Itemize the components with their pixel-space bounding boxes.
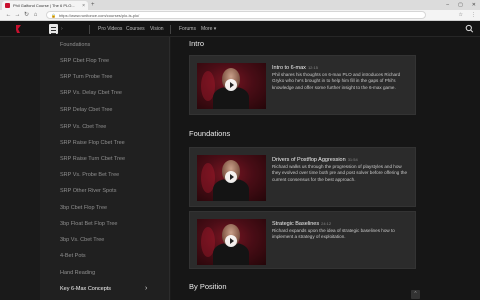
back-icon[interactable]: ← — [4, 11, 13, 20]
browser-tab[interactable]: Phil Galfond Course | The 6 PLO... × — [2, 1, 88, 10]
sidebar-item[interactable]: SRP Raise Turn Cbet Tree — [60, 155, 125, 163]
sidebar-item[interactable]: SRP Vs. Probe Bet Tree — [60, 171, 119, 179]
bookmark-star-icon[interactable]: ☆ — [459, 12, 463, 18]
sidebar-item[interactable]: SRP Vs. Cbet Tree — [60, 123, 106, 131]
video-card[interactable]: Strategic Baselines 24:12 Richard expands… — [189, 211, 416, 269]
maximize-icon[interactable]: ▢ — [458, 1, 463, 9]
play-icon[interactable] — [225, 235, 237, 247]
video-duration: 24:12 — [321, 221, 332, 226]
sidebar-item[interactable]: SRP Vs. Delay Cbet Tree — [60, 89, 122, 97]
video-card[interactable]: Drivers of Postflop Aggression 31:54 Rich… — [189, 147, 416, 207]
sidebar-item[interactable]: SRP Raise Flop Cbet Tree — [60, 139, 125, 147]
reload-icon[interactable]: ↻ — [22, 11, 31, 20]
sidebar-item[interactable]: 3bp Float Bet Flop Tree — [60, 220, 117, 228]
video-description: Richard expands upon the idea of strateg… — [272, 228, 395, 240]
home-icon[interactable]: ⌂ — [31, 11, 40, 20]
close-window-icon[interactable]: ✕ — [472, 1, 476, 9]
video-card[interactable]: Intro to 6-max 12:15 Phil shares his thou… — [189, 55, 416, 115]
video-title[interactable]: Strategic Baselines 24:12 — [272, 220, 331, 228]
sidebar-item[interactable]: SRP Cbet Flop Tree — [60, 57, 109, 65]
sidebar-item[interactable]: SRP Delay Cbet Tree — [60, 106, 112, 114]
nav-vision[interactable]: Vision — [150, 26, 164, 33]
section-title: Foundations — [189, 129, 231, 138]
video-description: Phil shares his thoughts on 6-max PLO an… — [272, 72, 401, 90]
sidebar-item[interactable]: Hand Reading — [60, 269, 95, 277]
search-icon[interactable] — [465, 24, 474, 34]
section-title: Intro — [189, 39, 205, 48]
sidebar-item-active[interactable]: Key 6-Max Concepts — [60, 285, 111, 293]
sidebar-item[interactable]: 4-Bet Pots — [60, 252, 86, 260]
menu-chevron-icon[interactable]: › — [61, 25, 63, 33]
header-divider — [89, 25, 90, 34]
course-content: Intro Intro to 6-max 12:15 Phil shares hi… — [171, 37, 480, 300]
menu-dots-icon[interactable]: ⋮ — [471, 12, 476, 18]
nav-courses[interactable]: Courses — [126, 26, 145, 33]
course-sidebar: Foundations SRP Cbet Flop Tree SRP Turn … — [40, 37, 170, 300]
new-tab-button[interactable]: + — [91, 1, 95, 9]
browser-toolbar: ← → ↻ ⌂ 🔒 https://www.runitonce.com/cour… — [0, 10, 480, 21]
video-description: Richard walks us through the progression… — [272, 164, 408, 182]
video-duration: 12:15 — [307, 65, 318, 70]
sidebar-item[interactable]: Foundations — [60, 41, 90, 49]
window-controls: – ▢ ✕ — [446, 1, 476, 9]
video-thumbnail[interactable] — [197, 63, 266, 109]
lock-icon: 🔒 — [51, 12, 56, 18]
url-text: https://www.runitonce.com/courses/plo-is… — [58, 12, 140, 18]
header-divider — [170, 25, 171, 34]
site-favicon-icon — [5, 3, 10, 8]
video-title[interactable]: Drivers of Postflop Aggression 31:54 — [272, 156, 358, 164]
minimize-icon[interactable]: – — [446, 1, 449, 9]
site-logo-icon[interactable] — [15, 25, 22, 33]
forward-icon[interactable]: → — [13, 11, 22, 20]
video-thumbnail[interactable] — [197, 219, 266, 265]
nav-forums[interactable]: Forums — [179, 26, 196, 33]
browser-tab-bar: Phil Galfond Course | The 6 PLO... × + –… — [0, 0, 480, 10]
play-icon[interactable] — [225, 171, 237, 183]
sidebar-item[interactable]: SRP Turn Probe Tree — [60, 73, 112, 81]
video-title[interactable]: Intro to 6-max 12:15 — [272, 64, 318, 72]
toolbar-actions: ☆ ⋮ — [459, 12, 476, 18]
sidebar-item[interactable]: SRP Other River Spots — [60, 187, 116, 195]
sidebar-item[interactable]: 3bp Cbet Flop Tree — [60, 204, 107, 212]
video-duration: 31:54 — [347, 157, 358, 162]
section-title: By Position — [189, 282, 227, 291]
hamburger-menu-button[interactable] — [49, 24, 58, 34]
sidebar-item[interactable]: 3bp Vs. Cbet Tree — [60, 236, 104, 244]
tab-title: Phil Galfond Course | The 6 PLO... — [13, 3, 75, 8]
tab-close-icon[interactable]: × — [82, 3, 85, 9]
site-header: › Pro Videos Courses Vision Forums More … — [0, 21, 480, 37]
nav-more[interactable]: More ▾ — [201, 26, 216, 33]
video-thumbnail[interactable] — [197, 155, 266, 201]
nav-pro-videos[interactable]: Pro Videos — [98, 26, 122, 33]
chevron-right-icon[interactable]: › — [145, 285, 147, 293]
address-bar[interactable]: 🔒 https://www.runitonce.com/courses/plo-… — [46, 11, 426, 19]
play-icon[interactable] — [225, 79, 237, 91]
scroll-to-top-button[interactable]: ⌃ — [411, 290, 420, 299]
